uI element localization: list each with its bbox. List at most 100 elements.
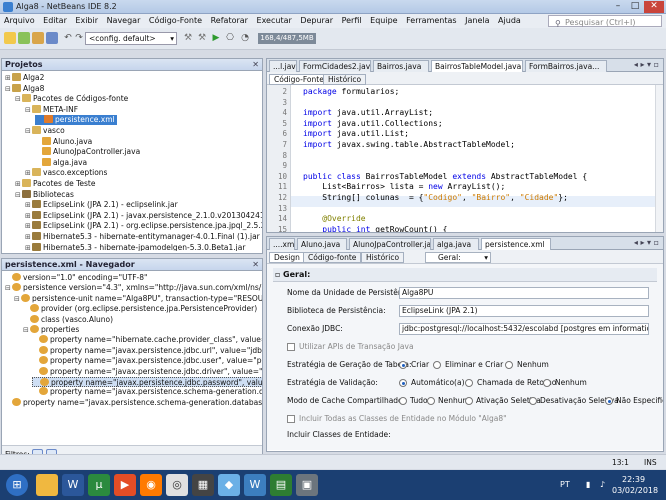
- project-tree-item[interactable]: ⊞ Hibernate5.3 - hibernate-entitymanager-…: [25, 232, 260, 242]
- editor-tab[interactable]: Aluno.java: [297, 238, 347, 250]
- section-select[interactable]: Geral: ▾: [425, 252, 491, 263]
- editor-tab-active[interactable]: BairrosTableModel.java: [431, 60, 523, 72]
- project-tree-item[interactable]: ⊟ Bibliotecas: [15, 189, 74, 200]
- menu-editar[interactable]: Editar: [43, 16, 67, 25]
- section-header[interactable]: ▫ Geral:: [273, 268, 657, 282]
- project-tree-item[interactable]: ⊞ EclipseLink (JPA 2.1) - org.eclipse.per…: [25, 221, 262, 231]
- expand-icon[interactable]: ⊞: [25, 232, 32, 242]
- navigator-tree-item[interactable]: property name="javax.persistence.jdbc.pa…: [32, 377, 262, 387]
- expand-icon[interactable]: ⊟: [25, 105, 32, 115]
- media-player-icon[interactable]: ▶: [114, 474, 136, 496]
- expand-icon[interactable]: ⊞: [15, 179, 22, 189]
- cache-radio-all[interactable]: [399, 397, 407, 405]
- netbeans-taskbar-icon[interactable]: ◆: [218, 474, 240, 496]
- project-tree-item[interactable]: ⊞ vasco.exceptions: [25, 168, 107, 178]
- menu-navegar[interactable]: Navegar: [107, 16, 141, 25]
- navigator-close-button[interactable]: ✕: [252, 259, 259, 270]
- code-line[interactable]: import java.util.List;: [303, 129, 409, 138]
- code-line[interactable]: public int getRowCount() {: [303, 225, 447, 232]
- projects-close-button[interactable]: ✕: [252, 59, 259, 70]
- app-icon[interactable]: ▣: [296, 474, 318, 496]
- jdbc-select[interactable]: jdbc:postgresql://localhost:5432/escolab…: [399, 323, 649, 335]
- maximize-button[interactable]: □: [627, 1, 643, 13]
- cache-radio-disable-selective[interactable]: [529, 397, 537, 405]
- start-button-icon[interactable]: ⊞: [6, 474, 28, 496]
- navigator-tree-item[interactable]: property name="hibernate.cache.provider_…: [32, 335, 262, 345]
- memory-indicator[interactable]: 168,4/487,5MB: [258, 33, 316, 44]
- minimize-button[interactable]: –: [610, 1, 626, 13]
- save-all-icon[interactable]: [46, 32, 58, 44]
- navigator-tree-item[interactable]: property name="javax.persistence.schema-…: [32, 387, 262, 397]
- clock-time[interactable]: 22:39: [622, 475, 645, 484]
- project-tree-item[interactable]: ⊟ vasco: [25, 126, 65, 136]
- table-gen-radio-create[interactable]: [399, 361, 407, 369]
- redo-icon[interactable]: ↷: [73, 32, 85, 44]
- close-button[interactable]: ✕: [644, 1, 664, 13]
- calculator-icon[interactable]: ▦: [192, 474, 214, 496]
- config-select[interactable]: <config. default> ▾: [85, 32, 177, 45]
- word-icon[interactable]: W: [62, 474, 84, 496]
- tab-list-icon[interactable]: ◂ ▸ ▾ ▫: [634, 238, 659, 247]
- expand-icon[interactable]: ⊟: [5, 283, 12, 293]
- project-tree-item[interactable]: ⊞ EclipseLink (JPA 2.1) - eclipselink.jar: [25, 200, 178, 210]
- tab-history[interactable]: Histórico: [361, 252, 405, 263]
- project-tree-item[interactable]: ⊞ Hibernate5.3 - hibernate-jpamodelgen-5.…: [25, 242, 245, 251]
- menu-janela[interactable]: Janela: [465, 16, 489, 25]
- project-tree-item[interactable]: ⊞ Alga2: [5, 73, 44, 83]
- project-tree-item[interactable]: AlunoJpaController.java: [35, 147, 140, 157]
- expand-icon[interactable]: ⊞: [5, 73, 12, 83]
- expand-icon[interactable]: ⊟: [15, 94, 22, 104]
- cache-radio-unspecified[interactable]: [605, 397, 613, 405]
- editor-tab[interactable]: FormCidades2.java: [299, 60, 371, 72]
- editor-tab[interactable]: Bairros.java: [373, 60, 429, 72]
- validation-radio-auto[interactable]: [399, 379, 407, 387]
- expand-icon[interactable]: ⊟: [15, 190, 22, 200]
- word-doc-icon[interactable]: W: [244, 474, 266, 496]
- clean-build-icon[interactable]: ⚒: [196, 32, 208, 44]
- project-tree-item[interactable]: Aluno.java: [35, 136, 92, 147]
- code-line[interactable]: import java.util.ArrayList;: [303, 108, 433, 117]
- file-explorer-icon[interactable]: [36, 474, 58, 496]
- expand-icon[interactable]: ⊞: [25, 243, 32, 251]
- navigator-tree-item[interactable]: class (vasco.Aluno): [23, 314, 113, 325]
- menu-equipe[interactable]: Equipe: [370, 16, 397, 25]
- menu-codigo-fonte[interactable]: Código-Fonte: [149, 16, 202, 25]
- table-gen-radio-drop-create[interactable]: [433, 361, 441, 369]
- menu-refatorar[interactable]: Refatorar: [211, 16, 248, 25]
- volume-icon[interactable]: ♪: [600, 480, 605, 489]
- code-line[interactable]: @Override: [303, 214, 365, 223]
- table-gen-radio-none[interactable]: [505, 361, 513, 369]
- clock-date[interactable]: 03/02/2018: [612, 486, 658, 495]
- expand-icon[interactable]: ⊟: [14, 294, 21, 304]
- new-project-icon[interactable]: [4, 32, 16, 44]
- code-line[interactable]: package formularios;: [303, 87, 399, 96]
- new-file-icon[interactable]: [18, 32, 30, 44]
- project-tree-item[interactable]: alga.java: [35, 157, 87, 168]
- navigator-tree-item[interactable]: property name="javax.persistence.jdbc.us…: [32, 356, 262, 366]
- code-line[interactable]: import java.util.Collections;: [303, 119, 443, 128]
- code-line[interactable]: List<Bairros> lista = new ArrayList();: [303, 182, 505, 191]
- chrome-icon[interactable]: ◎: [166, 474, 188, 496]
- expand-icon[interactable]: ⊞: [25, 221, 32, 231]
- library-select[interactable]: EclipseLink (JPA 2.1): [399, 305, 649, 317]
- menu-executar[interactable]: Executar: [257, 16, 292, 25]
- build-icon[interactable]: ⚒: [182, 32, 194, 44]
- tab-source-code[interactable]: Código-fonte: [303, 252, 362, 263]
- network-icon[interactable]: ▮: [586, 480, 590, 489]
- expand-icon[interactable]: ⊟: [23, 325, 30, 335]
- project-tree-item[interactable]: ⊟ Alga8: [5, 83, 44, 94]
- profile-icon[interactable]: ◔: [239, 32, 251, 44]
- tab-list-icon[interactable]: ◂ ▸ ▾ ▫: [634, 60, 659, 69]
- menu-arquivo[interactable]: Arquivo: [4, 16, 35, 25]
- search-input[interactable]: ⚲ Pesquisar (Ctrl+I): [548, 15, 662, 28]
- cache-radio-none[interactable]: [427, 397, 435, 405]
- utorrent-icon[interactable]: μ: [88, 474, 110, 496]
- validation-radio-none[interactable]: [543, 379, 551, 387]
- editor-tab[interactable]: ....xml: [269, 238, 295, 250]
- navigator-tree-item[interactable]: provider (org.eclipse.persistence.jpa.Pe…: [23, 304, 257, 314]
- include-all-checkbox[interactable]: [287, 415, 295, 423]
- expand-icon[interactable]: ⊟: [25, 126, 32, 136]
- project-tree-item[interactable]: ⊟ META-INF: [25, 104, 78, 115]
- editor-tab-active[interactable]: persistence.xml: [481, 238, 551, 250]
- debug-icon[interactable]: ⎔: [224, 32, 236, 44]
